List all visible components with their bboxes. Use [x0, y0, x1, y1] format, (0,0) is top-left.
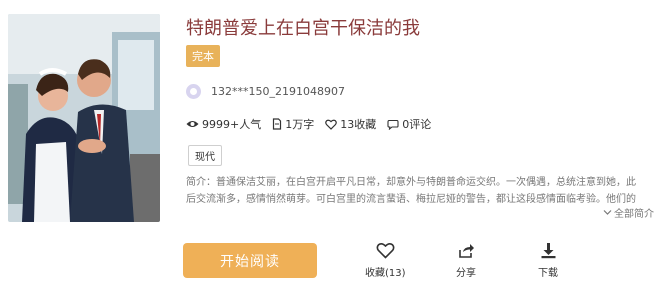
- stat-favorites: 13收藏: [325, 116, 376, 132]
- book-icon: [273, 118, 282, 130]
- status-badge: 完本: [186, 45, 220, 67]
- avatar: [186, 84, 201, 99]
- start-reading-button[interactable]: 开始阅读: [183, 243, 317, 278]
- book-intro: 简介：普通保洁艾丽，在白宫开启平凡日常，却意外与特朗普命运交织。一次偶遇，总统注…: [186, 174, 654, 208]
- eye-icon: [186, 121, 199, 127]
- book-title: 特朗普爱上在白宫干保洁的我: [186, 18, 420, 39]
- download-icon: [541, 243, 555, 259]
- download-label: 下载: [538, 268, 558, 279]
- book-cover[interactable]: [8, 14, 160, 222]
- heart-icon: [376, 242, 395, 259]
- expand-intro-link[interactable]: 全部简介: [603, 205, 654, 220]
- stat-words: 1万字: [272, 116, 314, 132]
- heart-icon: [325, 119, 338, 130]
- word-count: 1万字: [285, 118, 315, 131]
- genre-tag[interactable]: 现代: [188, 145, 222, 166]
- share-label: 分享: [456, 268, 476, 279]
- stats-row: 9999+人气 1万字 13收藏 0评论: [186, 116, 442, 132]
- download-button[interactable]: 下载: [538, 242, 558, 279]
- comment-count: 0评论: [402, 118, 432, 131]
- favorite-label: 收藏(13): [365, 268, 406, 279]
- intro-line-1: 简介：普通保洁艾丽，在白宫开启平凡日常，却意外与特朗普命运交织。一次偶遇，总统注…: [186, 177, 636, 188]
- expand-intro-label: 全部简介: [614, 209, 654, 220]
- author-row[interactable]: 132***150_2191048907: [186, 84, 345, 99]
- stat-comments: 0评论: [387, 116, 431, 132]
- share-button[interactable]: 分享: [456, 242, 476, 279]
- comment-icon: [387, 119, 399, 130]
- favorite-button[interactable]: 收藏(13): [365, 242, 406, 279]
- popularity-count: 9999+人气: [202, 118, 262, 131]
- favorite-count: 13收藏: [340, 118, 377, 131]
- author-name[interactable]: 132***150_2191048907: [211, 85, 345, 98]
- stat-popularity: 9999+人气: [186, 116, 261, 132]
- share-icon: [458, 244, 474, 258]
- intro-line-2: 后交流渐多，感情悄然萌芽。可白宫里的流言蜚语、梅拉尼娅的警告，都让这段感情面临考…: [186, 194, 636, 205]
- chevron-down-icon: [603, 210, 612, 215]
